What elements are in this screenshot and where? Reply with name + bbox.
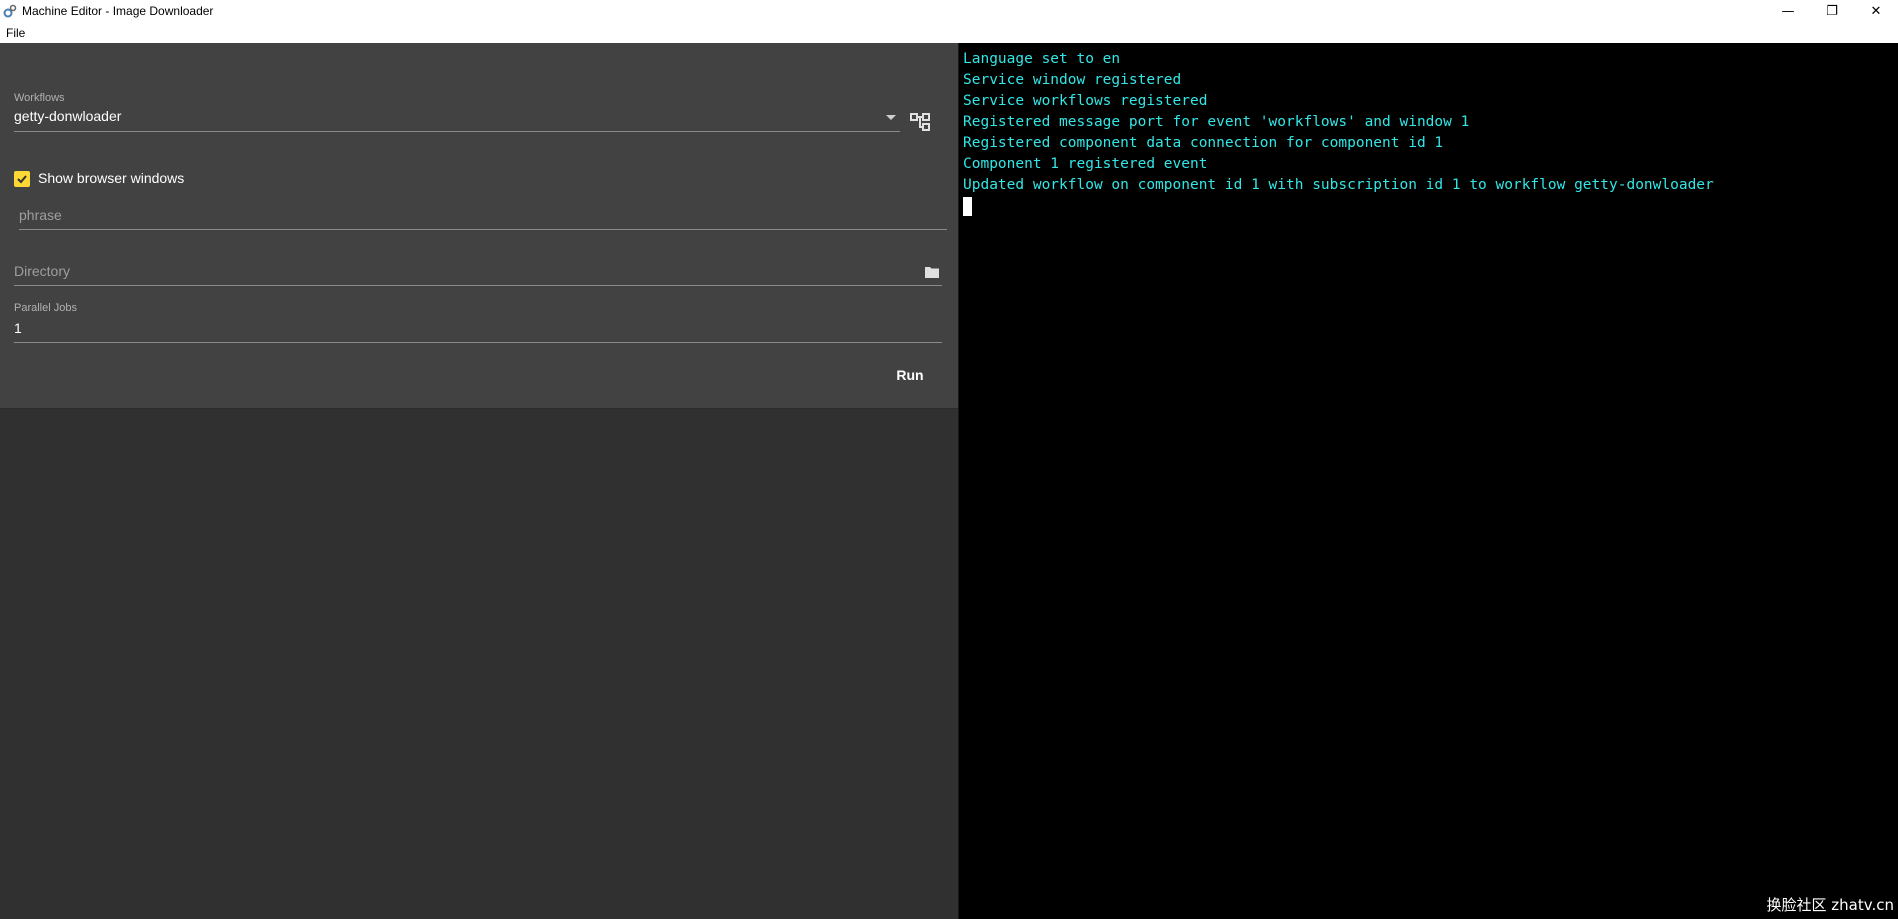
directory-underline [14,285,942,286]
left-panel: Workflows getty-donwloader Show browser … [0,43,958,919]
console-line: Service workflows registered [963,93,1208,109]
parallel-jobs-underline [14,342,942,343]
restore-button[interactable]: ❐ [1810,0,1854,22]
show-browser-label[interactable]: Show browser windows [38,170,184,186]
close-button[interactable]: ✕ [1854,0,1898,22]
minimize-button[interactable]: — [1766,0,1810,22]
workflow-form: Workflows getty-donwloader Show browser … [0,43,958,409]
parallel-jobs-input[interactable]: 1 [14,320,22,336]
console-output: Language set to en Service window regist… [959,43,1898,919]
directory-input[interactable]: Directory [14,263,70,279]
run-button[interactable]: Run [882,360,938,390]
console-line: Updated workflow on component id 1 with … [963,177,1714,193]
workflows-underline [14,131,900,132]
console-line: Registered message port for event 'workf… [963,114,1470,130]
console-line: Registered component data connection for… [963,135,1444,151]
folder-icon[interactable] [925,265,939,278]
workflows-label: Workflows [14,92,65,104]
app-gear-icon [2,3,18,19]
console-line: Service window registered [963,72,1182,88]
console-line: Language set to en [963,51,1121,67]
dropdown-arrow-icon[interactable] [886,115,896,120]
workflows-select[interactable]: getty-donwloader [14,108,121,124]
watermark-text: 换脸社区 zhatv.cn [1766,896,1894,914]
phrase-input[interactable]: phrase [19,207,62,223]
show-browser-checkbox[interactable] [14,171,30,187]
window-title: Machine Editor - Image Downloader [22,4,214,18]
workflow-tree-icon[interactable] [910,112,932,132]
console-cursor[interactable] [963,197,972,216]
parallel-jobs-label: Parallel Jobs [14,302,77,314]
menu-file[interactable]: File [0,26,31,40]
title-bar: Machine Editor - Image Downloader — ❐ ✕ [0,0,1898,22]
phrase-underline [19,229,947,230]
console-line: Component 1 registered event [963,156,1208,172]
menu-bar: File [0,22,1898,43]
window-controls: — ❐ ✕ [1766,0,1898,22]
